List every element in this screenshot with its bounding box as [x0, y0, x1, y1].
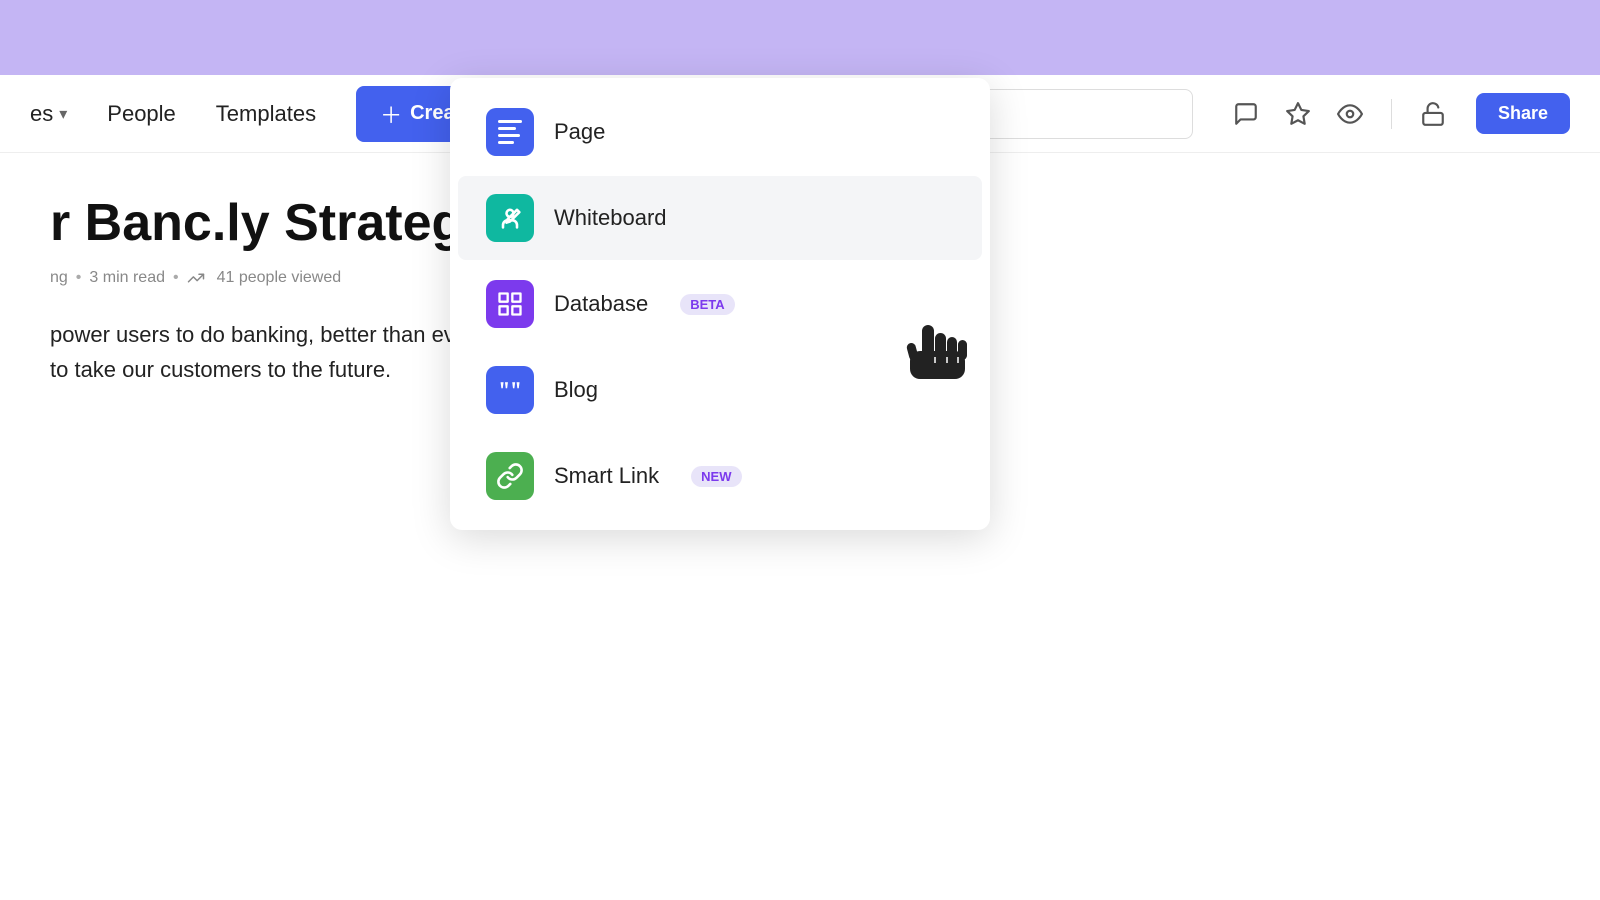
blog-label: Blog — [554, 377, 598, 403]
dropdown-item-smartlink[interactable]: Smart Link NEW — [458, 434, 982, 518]
nav-spaces[interactable]: es ▾ — [30, 101, 67, 127]
smartlink-label: Smart Link — [554, 463, 659, 489]
beta-badge: BETA — [680, 294, 734, 315]
dropdown-item-blog[interactable]: " " Blog — [458, 348, 982, 432]
star-icon[interactable] — [1281, 97, 1315, 131]
whiteboard-label: Whiteboard — [554, 205, 667, 231]
views-chart-icon — [187, 269, 205, 287]
meta-views: 41 people viewed — [217, 269, 342, 287]
share-button[interactable]: Share — [1476, 93, 1570, 134]
new-badge: NEW — [691, 466, 741, 487]
smartlink-icon — [486, 452, 534, 500]
plus-icon: ＋ — [380, 98, 402, 130]
page-icon — [486, 108, 534, 156]
database-label: Database — [554, 291, 648, 317]
dropdown-item-whiteboard[interactable]: Whiteboard — [458, 176, 982, 260]
lock-icon[interactable] — [1416, 97, 1450, 131]
blog-icon: " " — [486, 366, 534, 414]
top-banner — [0, 0, 1600, 75]
toolbar-divider — [1391, 99, 1392, 129]
comment-icon[interactable] — [1229, 97, 1263, 131]
svg-text:": " — [511, 378, 521, 404]
chevron-down-icon: ▾ — [59, 104, 67, 124]
svg-text:": " — [500, 378, 510, 404]
spaces-label: es — [30, 101, 53, 127]
whiteboard-icon — [486, 194, 534, 242]
nav-left: es ▾ People Templates ＋ Create — [30, 86, 496, 142]
meta-author: ng — [50, 269, 68, 287]
create-dropdown: Page Whiteboard Database BETA " " — [450, 78, 990, 530]
page-label: Page — [554, 119, 605, 145]
toolbar-icons: Share — [1229, 93, 1570, 134]
meta-read: 3 min read — [89, 269, 165, 287]
nav-templates[interactable]: Templates — [216, 101, 316, 127]
database-icon — [486, 280, 534, 328]
nav-people[interactable]: People — [107, 101, 176, 127]
dropdown-item-page[interactable]: Page — [458, 90, 982, 174]
eye-icon[interactable] — [1333, 97, 1367, 131]
dropdown-item-database[interactable]: Database BETA — [458, 262, 982, 346]
